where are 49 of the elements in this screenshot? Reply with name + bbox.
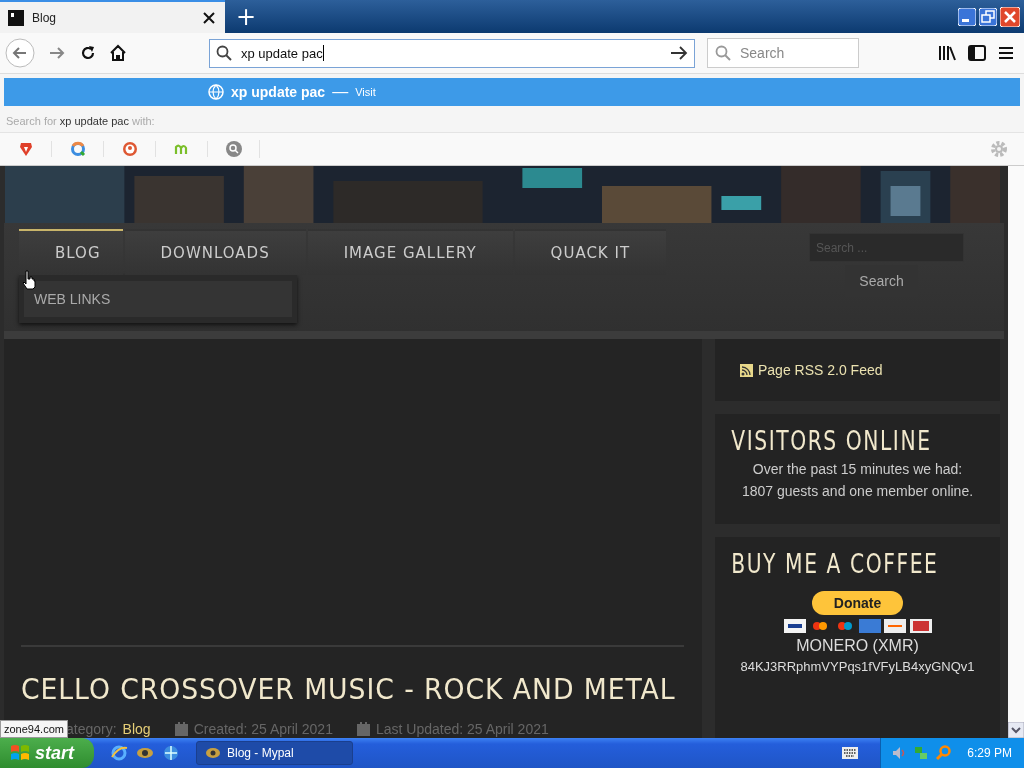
created-date: Created: 25 April 2021 — [193, 721, 333, 737]
updated-date: Last Updated: 25 April 2021 — [375, 721, 549, 737]
card-title: BUY ME A COFFEE — [730, 549, 940, 579]
browser-tab[interactable]: Blog — [0, 0, 225, 33]
scroll-down-icon[interactable] — [1008, 722, 1024, 738]
home-icon[interactable] — [109, 44, 127, 62]
search-icon — [715, 45, 731, 61]
windows-logo-icon — [10, 744, 30, 762]
new-tab-button[interactable]: + — [228, 4, 265, 29]
keyboard-icon[interactable] — [842, 747, 859, 759]
close-icon[interactable] — [1000, 6, 1020, 27]
calendar-icon — [174, 722, 188, 736]
reload-icon[interactable] — [79, 44, 97, 62]
wallet-address: 84KJ3RRphmVYPqs1fVFyLB4xyGNQv1 — [740, 659, 975, 674]
address-bar[interactable]: xp update pac — [209, 38, 695, 68]
taskbar-button[interactable]: Blog - Mypal — [196, 741, 353, 765]
library-icon[interactable] — [938, 45, 956, 61]
back-icon[interactable] — [5, 38, 35, 68]
ring-icon[interactable] — [69, 141, 86, 157]
currency-label: MONERO (XMR) — [796, 637, 919, 655]
donate-button[interactable]: Donate — [811, 591, 904, 615]
status-tooltip: zone94.com — [0, 720, 68, 738]
close-tab-icon[interactable] — [203, 11, 215, 24]
category-label: ategory: — [66, 721, 117, 737]
minimize-icon[interactable] — [958, 7, 976, 26]
search-with-text: Search for xp update pac with: — [6, 115, 155, 127]
globe-icon — [208, 84, 224, 100]
clock: 6:29 PM — [967, 746, 1012, 760]
article-title: CELLO CROSSOVER MUSIC - ROCK AND METAL — [21, 672, 677, 706]
restore-icon[interactable] — [979, 7, 997, 26]
cursor-icon — [22, 270, 36, 290]
sidebar-icon[interactable] — [968, 45, 986, 61]
rss-icon — [740, 363, 753, 377]
app-icon — [205, 745, 221, 761]
rss-link[interactable]: Page RSS 2.0 Feed — [758, 362, 883, 378]
category-link[interactable]: Blog — [122, 721, 151, 737]
browser-icon[interactable] — [110, 744, 128, 762]
globe-icon[interactable] — [162, 744, 180, 762]
menu-icon[interactable] — [998, 46, 1014, 60]
favicon-icon — [8, 9, 24, 26]
go-arrow-icon[interactable] — [670, 45, 688, 61]
calendar-icon — [356, 722, 370, 736]
scrollbar[interactable] — [1008, 166, 1024, 738]
card-title: VISITORS ONLINE — [730, 426, 933, 456]
menu-item[interactable]: WEB LINKS — [24, 281, 292, 317]
search-icon[interactable] — [224, 140, 243, 158]
visitors-text: Over the past 15 minutes we had: 1807 guests and one member online. — [740, 460, 975, 501]
shield-icon[interactable] — [17, 141, 34, 157]
search-icon — [216, 45, 232, 61]
